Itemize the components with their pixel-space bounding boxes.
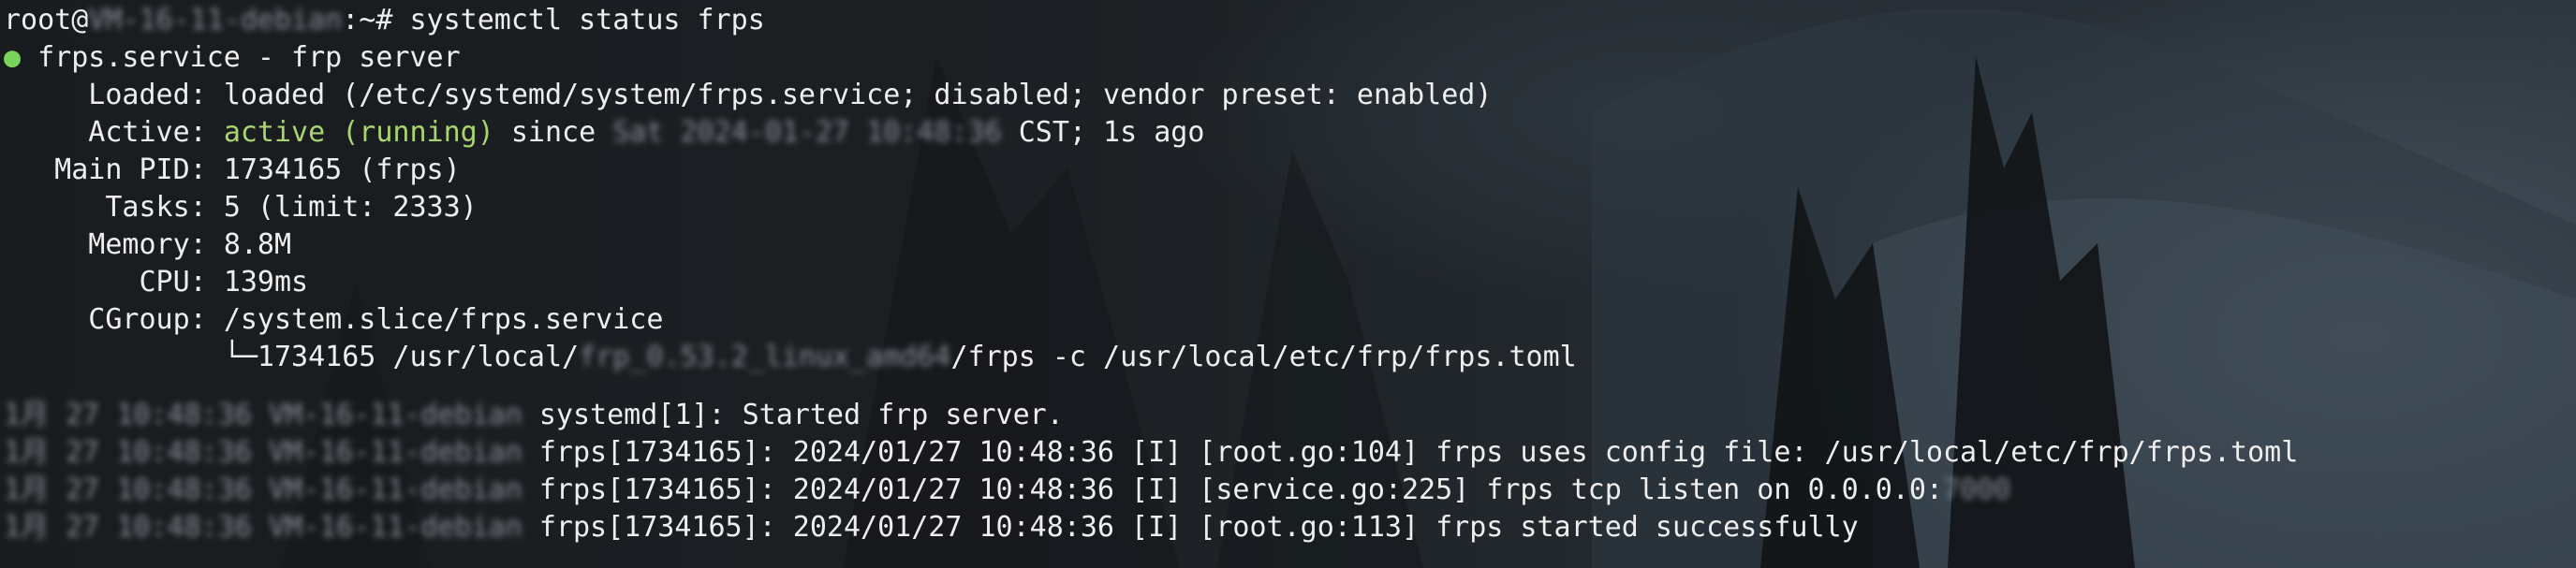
- log-text: frps[1734165]: 2024/01/27 10:48:36 [I] […: [522, 436, 2299, 469]
- cgroup-child-prefix: └─1734165 /usr/local/: [4, 341, 580, 373]
- log-port-redacted: 7000: [1942, 473, 2011, 506]
- tasks-value: 5 (limit: 2333): [223, 191, 478, 224]
- log-line: 1月 27 10:48:36 VM-16-11-debian frps[1734…: [4, 472, 2569, 509]
- prompt-user: root@: [4, 4, 89, 36]
- prompt-suffix: :~#: [342, 4, 410, 36]
- command-text: systemctl status frps: [409, 4, 765, 36]
- active-state: active (running): [223, 116, 494, 149]
- active-tail: CST; 1s ago: [1001, 116, 1205, 149]
- pid-value: 1734165 (frps): [223, 153, 461, 186]
- tasks-line: Tasks: 5 (limit: 2333): [4, 189, 2569, 226]
- cgroup-child-dir-redacted: frp_0.53.2_linux_amd64: [579, 341, 951, 373]
- prompt-line: root@VM-16-11-debian:~# systemctl status…: [4, 2, 2569, 39]
- active-time-redacted: Sat 2024-01-27 10:48:36: [612, 116, 1002, 149]
- active-key: Active:: [4, 116, 224, 149]
- loaded-key: Loaded:: [4, 79, 224, 111]
- cpu-line: CPU: 139ms: [4, 264, 2569, 301]
- log-stamp-redacted: 1月 27 10:48:36 VM-16-11-debian: [4, 511, 523, 544]
- log-line: 1月 27 10:48:36 VM-16-11-debian frps[1734…: [4, 509, 2569, 546]
- memory-line: Memory: 8.8M: [4, 226, 2569, 264]
- cgroup-child-line: └─1734165 /usr/local/frp_0.53.2_linux_am…: [4, 339, 2569, 376]
- cpu-value: 139ms: [223, 266, 309, 299]
- status-dot-icon: ●: [4, 41, 22, 74]
- service-title-line: ● frps.service - frp server: [4, 39, 2569, 77]
- memory-key: Memory:: [4, 228, 224, 261]
- log-text: frps[1734165]: 2024/01/27 10:48:36 [I] […: [522, 473, 1943, 506]
- cgroup-line: CGroup: /system.slice/frps.service: [4, 301, 2569, 339]
- log-line: 1月 27 10:48:36 VM-16-11-debian frps[1734…: [4, 434, 2569, 472]
- log-text: systemd[1]: Started frp server.: [522, 399, 1064, 431]
- loaded-line: Loaded: loaded (/etc/systemd/system/frps…: [4, 77, 2569, 114]
- log-stamp-redacted: 1月 27 10:48:36 VM-16-11-debian: [4, 473, 523, 506]
- cgroup-value: /system.slice/frps.service: [223, 303, 664, 336]
- prompt-host-redacted: VM-16-11-debian: [88, 4, 343, 36]
- active-since: since: [493, 116, 613, 149]
- terminal-window[interactable]: root@VM-16-11-debian:~# systemctl status…: [0, 0, 2576, 568]
- cgroup-key: CGroup:: [4, 303, 224, 336]
- cpu-key: CPU:: [4, 266, 224, 299]
- pid-key: Main PID:: [4, 153, 224, 186]
- tasks-key: Tasks:: [4, 191, 224, 224]
- memory-value: 8.8M: [223, 228, 292, 261]
- service-title: frps.service - frp server: [37, 41, 461, 74]
- terminal-output: root@VM-16-11-debian:~# systemctl status…: [4, 2, 2569, 546]
- active-line: Active: active (running) since Sat 2024-…: [4, 114, 2569, 152]
- log-line: 1月 27 10:48:36 VM-16-11-debian systemd[1…: [4, 397, 2569, 434]
- main-pid-line: Main PID: 1734165 (frps): [4, 152, 2569, 189]
- log-text: frps[1734165]: 2024/01/27 10:48:36 [I] […: [522, 511, 1859, 544]
- log-stamp-redacted: 1月 27 10:48:36 VM-16-11-debian: [4, 436, 523, 469]
- loaded-value: loaded (/etc/systemd/system/frps.service…: [223, 79, 1493, 111]
- cgroup-child-tail: /frps -c /usr/local/etc/frp/frps.toml: [950, 341, 1577, 373]
- log-stamp-redacted: 1月 27 10:48:36 VM-16-11-debian: [4, 399, 523, 431]
